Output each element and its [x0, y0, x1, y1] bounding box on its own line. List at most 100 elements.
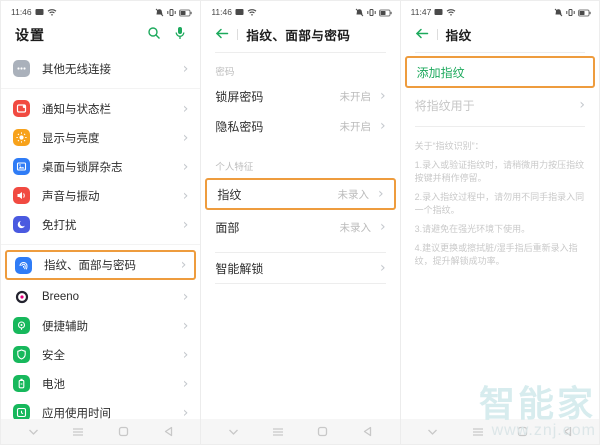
sidebar-item-fingerprint-face-password[interactable]: 指纹、面部与密码 ›: [7, 252, 194, 278]
chevron-right-icon: ›: [182, 187, 189, 204]
microphone-icon[interactable]: [174, 26, 186, 45]
sidebar-item-breeno[interactable]: Breeno ›: [1, 282, 200, 311]
panel-settings: 11:46 设置 其他无线连接 › 通知与状态栏 › 显示与亮度 › 桌面与锁屏…: [1, 1, 201, 444]
back-icon[interactable]: [158, 426, 178, 437]
sidebar-item-do-not-disturb[interactable]: 免打扰 ›: [1, 210, 200, 239]
page-title: 设置: [15, 27, 45, 43]
about-line: 2.录入指纹过程中，请勿用不同手指录入同一个指纹。: [414, 192, 585, 216]
section-label-password: 密码: [215, 67, 235, 78]
row-face[interactable]: 面部 未录入 ›: [201, 212, 399, 242]
back-arrow-icon[interactable]: [215, 26, 229, 44]
panel-fingerprint-face-password: 11:46 指纹、面部与密码 密码 锁屏密码 未开启 › 隐私密码 未开启 › …: [200, 1, 400, 444]
fingerprint-about-text: 关于“指纹识别”： 1.录入或验证指纹时，请稍微用力按压指纹按键并稍作停留。 2…: [401, 127, 599, 268]
header-divider: [436, 29, 438, 40]
vibrate-icon: [167, 8, 177, 17]
chevron-right-icon: ›: [380, 88, 386, 104]
screenshot-icon: [235, 8, 244, 16]
sidebar-item-wallpaper-magazine[interactable]: 桌面与锁屏杂志 ›: [1, 152, 200, 181]
sidebar-item-other-wireless[interactable]: 其他无线连接 ›: [1, 54, 200, 83]
chevron-right-icon: ›: [579, 97, 585, 113]
sidebar-item-convenience-aid[interactable]: 便捷辅助 ›: [1, 311, 200, 340]
item-label: 指纹、面部与密码: [44, 260, 136, 272]
home-icon[interactable]: [512, 426, 532, 437]
chevron-right-icon: ›: [380, 260, 386, 276]
group-divider: [1, 88, 201, 89]
chevron-right-icon: ›: [180, 257, 187, 273]
page-title: 指纹、面部与密码: [246, 29, 351, 43]
android-nav-bar: [1, 419, 201, 444]
divider: [215, 283, 386, 284]
row-lockscreen-password[interactable]: 锁屏密码 未开启 ›: [201, 81, 399, 111]
chevron-right-icon: ›: [182, 158, 189, 175]
header-divider: [237, 29, 239, 40]
notification-icon: [13, 100, 30, 117]
item-label: 声音与振动: [42, 190, 100, 203]
wireless-more-icon: [13, 60, 30, 77]
item-label: 免打扰: [42, 219, 77, 232]
row-use-fingerprint-for[interactable]: 将指纹用于 ›: [401, 90, 599, 120]
status-bar: 11:46: [201, 1, 399, 18]
group-divider: [1, 244, 201, 245]
home-icon[interactable]: [313, 426, 333, 437]
row-label: 智能解锁: [215, 261, 264, 276]
battery-status-icon: [378, 9, 392, 17]
menu-icon[interactable]: [68, 427, 88, 437]
hide-navbar-icon[interactable]: [423, 428, 443, 436]
item-label: 其他无线连接: [42, 63, 111, 76]
back-arrow-icon[interactable]: [415, 26, 429, 44]
row-value: 未录入: [339, 221, 372, 234]
highlight-box-fingerprint-row: 指纹 未录入 ›: [205, 178, 396, 210]
chevron-right-icon: ›: [182, 100, 189, 117]
item-label: 通知与状态栏: [42, 103, 111, 116]
vibrate-icon: [566, 8, 575, 17]
battery-status-icon: [577, 9, 591, 17]
status-time: 11:47: [410, 7, 432, 17]
section-label-personal: 个人特征: [215, 162, 254, 173]
sidebar-item-sound[interactable]: 声音与振动 ›: [1, 181, 200, 210]
sidebar-item-battery[interactable]: 电池 ›: [1, 369, 200, 398]
status-time: 11:46: [211, 7, 232, 17]
highlight-box-fingerprint-entry: 指纹、面部与密码 ›: [5, 250, 197, 280]
sub-page-header: 指纹、面部与密码: [201, 18, 399, 52]
highlight-box-add-fingerprint: 添加指纹: [404, 56, 595, 88]
row-value: 未开启: [339, 90, 372, 103]
add-fingerprint-button[interactable]: 添加指纹: [417, 64, 583, 81]
row-add-fingerprint[interactable]: 添加指纹: [407, 58, 593, 86]
watermark-title: 智能家: [478, 383, 596, 425]
menu-icon[interactable]: [268, 427, 288, 437]
status-time: 11:46: [11, 7, 32, 17]
sun-icon: [13, 129, 30, 146]
chevron-right-icon: ›: [380, 219, 386, 235]
sidebar-item-security[interactable]: 安全 ›: [1, 340, 200, 369]
fingerprint-icon: [15, 256, 32, 274]
row-value: 未开启: [339, 120, 372, 133]
chevron-right-icon: ›: [182, 404, 189, 421]
item-label: 安全: [42, 349, 65, 362]
about-line: 3.请避免在强光环境下使用。: [414, 224, 531, 235]
row-label: 锁屏密码: [215, 89, 264, 104]
back-icon[interactable]: [557, 426, 577, 437]
speaker-icon: [13, 187, 30, 204]
item-label: 便捷辅助: [42, 320, 88, 333]
mute-icon: [554, 8, 563, 17]
menu-icon[interactable]: [468, 427, 488, 437]
row-privacy-password[interactable]: 隐私密码 未开启 ›: [201, 111, 399, 141]
row-smart-unlock[interactable]: 智能解锁 ›: [201, 253, 399, 283]
row-label: 将指纹用于: [414, 98, 475, 113]
chevron-right-icon: ›: [182, 216, 189, 233]
back-icon[interactable]: [357, 426, 377, 437]
android-nav-bar: [201, 419, 400, 444]
breeno-icon: [13, 288, 30, 305]
search-icon[interactable]: [147, 26, 161, 45]
hide-navbar-icon[interactable]: [23, 428, 43, 436]
row-fingerprint[interactable]: 指纹 未录入 ›: [207, 180, 393, 208]
home-icon[interactable]: [113, 426, 133, 437]
vibrate-icon: [366, 8, 376, 17]
hide-navbar-icon[interactable]: [224, 428, 244, 436]
row-value: 未录入: [337, 188, 370, 201]
sidebar-item-display[interactable]: 显示与亮度 ›: [1, 123, 200, 152]
sidebar-item-notifications[interactable]: 通知与状态栏 ›: [1, 94, 200, 123]
item-label: 电池: [42, 378, 65, 391]
chevron-right-icon: ›: [182, 375, 189, 392]
assist-icon: [13, 317, 30, 334]
